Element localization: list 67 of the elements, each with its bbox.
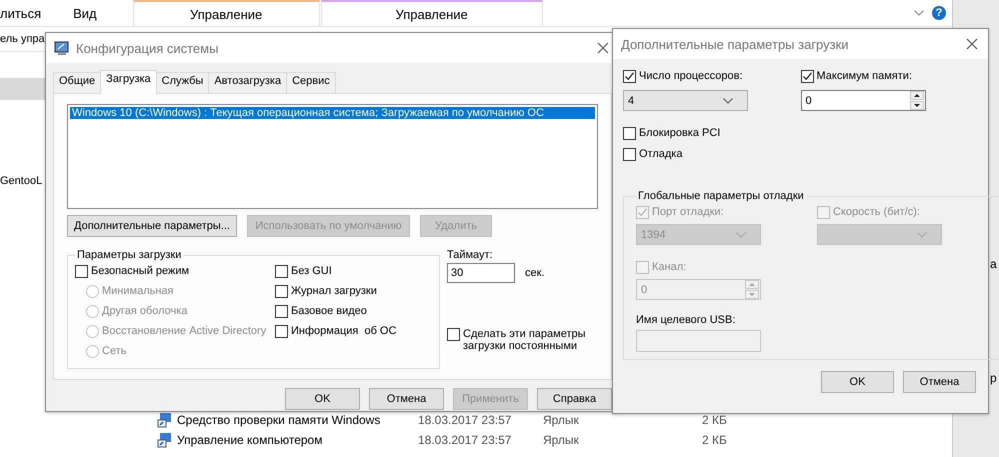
tab[interactable]: Общие bbox=[53, 72, 102, 93]
timeout-field[interactable]: 30 bbox=[447, 263, 515, 283]
processor-dropdown[interactable]: 4 bbox=[623, 90, 748, 111]
ribbon-tab[interactable]: Управление bbox=[320, 0, 543, 26]
button[interactable]: Справка bbox=[537, 388, 612, 410]
chevron-down-icon bbox=[723, 98, 733, 104]
checkbox[interactable] bbox=[623, 126, 636, 140]
file-type: Ярлык bbox=[543, 433, 580, 447]
button[interactable]: Дополнительные параметры... bbox=[67, 215, 237, 237]
checkbox[interactable] bbox=[75, 264, 88, 278]
shortcut-icon bbox=[157, 432, 173, 448]
file-name[interactable]: Средство проверки памяти Windows bbox=[177, 413, 380, 427]
help-button[interactable]: ? bbox=[932, 6, 946, 20]
field-label: Таймаут: bbox=[447, 249, 494, 261]
address-text[interactable]: ель упра bbox=[0, 33, 45, 45]
background-text: а bbox=[990, 257, 997, 271]
button[interactable]: OK bbox=[821, 371, 894, 393]
file-size: 2 КБ bbox=[702, 413, 727, 427]
chevron-down-icon bbox=[914, 10, 924, 16]
close-icon[interactable] bbox=[597, 42, 609, 54]
checkbox-label[interactable]: Максимум памяти: bbox=[816, 70, 912, 82]
checkbox-label[interactable]: Блокировка PCI bbox=[639, 127, 720, 139]
checkbox-label[interactable]: Базовое видео bbox=[291, 305, 367, 317]
checkbox-label[interactable]: Число процессоров: bbox=[639, 70, 743, 82]
checkbox-label[interactable]: Без GUI bbox=[291, 265, 332, 277]
shortcut-icon bbox=[157, 412, 173, 428]
button[interactable]: Отмена bbox=[903, 371, 976, 393]
tab[interactable]: Сервис bbox=[286, 72, 336, 93]
file-date: 18.03.2017 23:57 bbox=[418, 413, 512, 427]
list-item[interactable]: Windows 10 (C:\Windows) : Текущая операционная система; Загружаемая по умолчанию ОС bbox=[70, 107, 595, 119]
close-icon[interactable] bbox=[966, 38, 978, 50]
checkbox[interactable] bbox=[275, 264, 288, 278]
background-text: р bbox=[990, 371, 997, 385]
ribbon-tab[interactable]: литься bbox=[0, 0, 64, 26]
window-title: Дополнительные параметры загрузки bbox=[621, 36, 850, 52]
file-date: 18.03.2017 23:57 bbox=[418, 433, 512, 447]
checkbox[interactable] bbox=[275, 304, 288, 318]
checkbox-label[interactable]: Информация об ОС bbox=[291, 325, 396, 337]
computer-icon bbox=[54, 40, 70, 56]
button[interactable]: OK bbox=[285, 388, 360, 410]
checkbox-label[interactable]: Безопасный режим bbox=[91, 265, 190, 277]
file-type: Ярлык bbox=[543, 413, 580, 427]
button[interactable]: Отмена bbox=[369, 388, 444, 410]
window-title: Конфигурация системы bbox=[76, 40, 220, 56]
ribbon-tab[interactable]: Вид bbox=[63, 0, 107, 26]
boot-list[interactable]: Windows 10 (C:\Windows) : Текущая операционная система; Загружаемая по умолчанию ОС bbox=[67, 104, 598, 209]
checkbox[interactable] bbox=[447, 328, 460, 341]
chevron-down-icon bbox=[736, 232, 746, 238]
checkbox-label[interactable]: Сделать эти параметры загрузки постоянными bbox=[463, 328, 598, 352]
memory-spin-field[interactable]: 0 bbox=[800, 90, 926, 111]
spin-arrows-icon[interactable] bbox=[910, 91, 924, 110]
tab[interactable]: Загрузка bbox=[100, 70, 157, 94]
chevron-down-icon bbox=[917, 232, 927, 238]
checkbox-label[interactable]: Журнал загрузки bbox=[291, 285, 377, 297]
checkbox[interactable] bbox=[275, 324, 288, 338]
file-size: 2 КБ bbox=[702, 433, 727, 447]
checkbox[interactable] bbox=[623, 70, 636, 82]
checkbox[interactable] bbox=[623, 148, 636, 160]
group-title: Глобальные параметры отладки bbox=[637, 190, 805, 202]
unit-label: сек. bbox=[525, 267, 544, 279]
field-label: Имя целевого USB: bbox=[636, 314, 736, 326]
checkbox[interactable] bbox=[275, 284, 288, 298]
file-name[interactable]: Управление компьютером bbox=[177, 433, 322, 447]
checkbox[interactable] bbox=[800, 70, 814, 82]
checkbox-label[interactable]: Отладка bbox=[639, 148, 682, 160]
ribbon-tab[interactable]: Управление bbox=[132, 0, 320, 26]
group-title: Параметры загрузки bbox=[76, 249, 182, 261]
